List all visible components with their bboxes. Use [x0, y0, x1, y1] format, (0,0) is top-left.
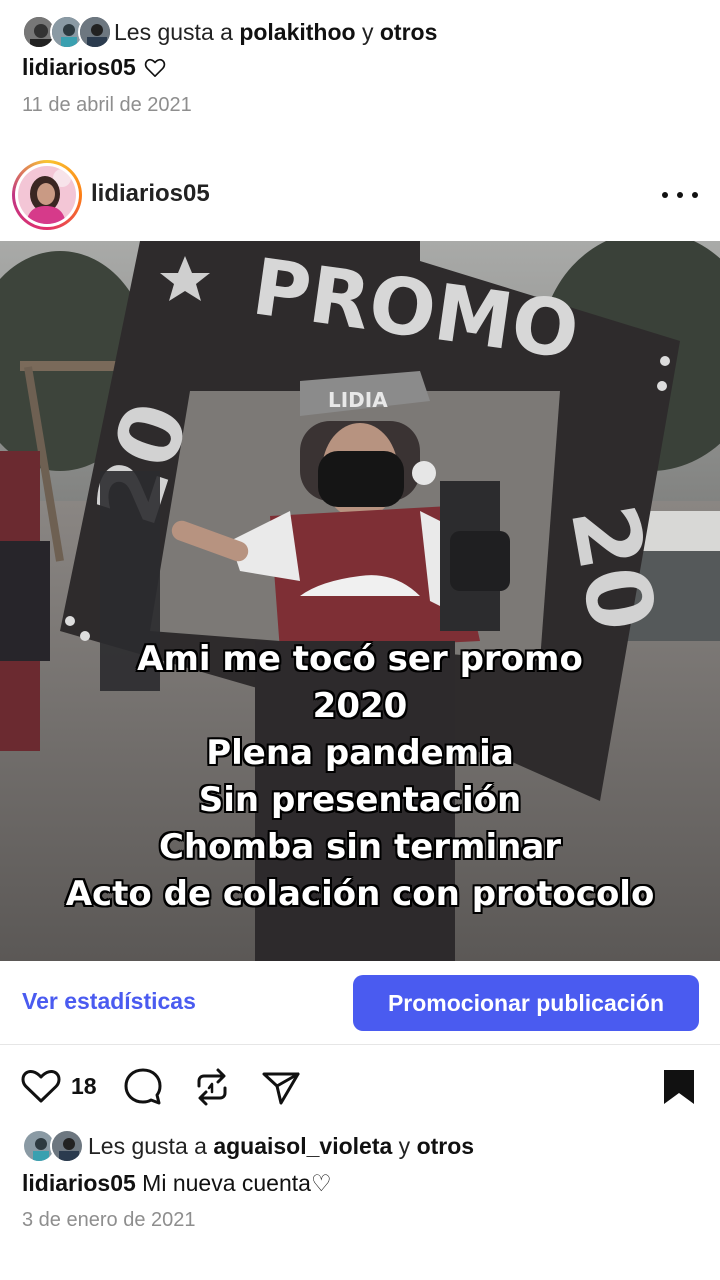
like-count[interactable]: 18 [71, 1073, 97, 1100]
bookmark-icon[interactable] [658, 1066, 700, 1108]
likes-others[interactable]: otros [380, 19, 438, 45]
likes-connector: y [355, 18, 380, 45]
caption-username[interactable]: lidiarios05 [22, 1170, 136, 1196]
divider [0, 1044, 720, 1045]
post-date: 11 de abril de 2021 [22, 94, 192, 116]
previous-post-likes[interactable]: Les gusta a polakithoo y otros [22, 14, 437, 50]
post-header: lidiarios05 [0, 158, 720, 232]
action-bar: 18 [0, 1062, 720, 1112]
avatar [50, 1129, 84, 1163]
repost-icon[interactable] [191, 1066, 233, 1108]
promote-post-button[interactable]: Promocionar publicación [353, 975, 699, 1031]
profile-avatar[interactable] [12, 160, 82, 230]
overlay-line: Plena pandemia [206, 733, 514, 773]
view-insights-link[interactable]: Ver estadísticas [22, 988, 196, 1015]
liker-avatars[interactable] [22, 1129, 88, 1163]
post-date: 3 de enero de 2021 [22, 1209, 196, 1231]
caption-username[interactable]: lidiarios05 [22, 54, 136, 81]
liker-username[interactable]: aguaisol_violeta [213, 1133, 392, 1159]
likes-summary[interactable]: Les gusta a polakithoo y otros [114, 19, 437, 46]
post-username[interactable]: lidiarios05 [91, 180, 210, 208]
likes-prefix: Les gusta a [88, 1132, 214, 1159]
likes-others[interactable]: otros [417, 1133, 475, 1159]
overlay-line: Ami me tocó ser promo [137, 639, 583, 679]
overlay-line: 2020 [312, 686, 408, 726]
likes-prefix: Les gusta a [114, 18, 240, 45]
avatar [78, 15, 112, 49]
previous-post-caption: lidiarios05 [22, 54, 166, 81]
sign-digits-right: 20 [550, 497, 675, 639]
cap-text: LIDIA [328, 388, 388, 412]
heart-icon[interactable] [20, 1066, 62, 1108]
share-icon[interactable] [260, 1066, 302, 1108]
overlay-line: Acto de colación con protocolo [65, 874, 655, 914]
post-likes[interactable]: Les gusta a aguaisol_violeta y otros [22, 1128, 474, 1164]
caption-text: Mi nueva cuenta♡ [135, 1170, 332, 1196]
liker-avatars[interactable] [22, 15, 114, 49]
likes-connector: y [392, 1132, 417, 1159]
likes-summary[interactable]: Les gusta a aguaisol_violeta y otros [88, 1133, 474, 1160]
more-options-icon[interactable] [662, 180, 698, 210]
overlay-caption: Ami me tocó ser promo 2020 Plena pandemi… [0, 636, 720, 918]
overlay-line: Chomba sin terminar [158, 827, 562, 867]
post-image[interactable]: PROMO 20 20 LIDIA Ami me tocó ser promo … [0, 241, 720, 961]
overlay-line: Sin presentación [198, 780, 522, 820]
comment-icon[interactable] [122, 1066, 164, 1108]
liker-username[interactable]: polakithoo [239, 19, 355, 45]
heart-icon [144, 58, 166, 77]
post-caption: lidiarios05 Mi nueva cuenta♡ [22, 1170, 332, 1197]
